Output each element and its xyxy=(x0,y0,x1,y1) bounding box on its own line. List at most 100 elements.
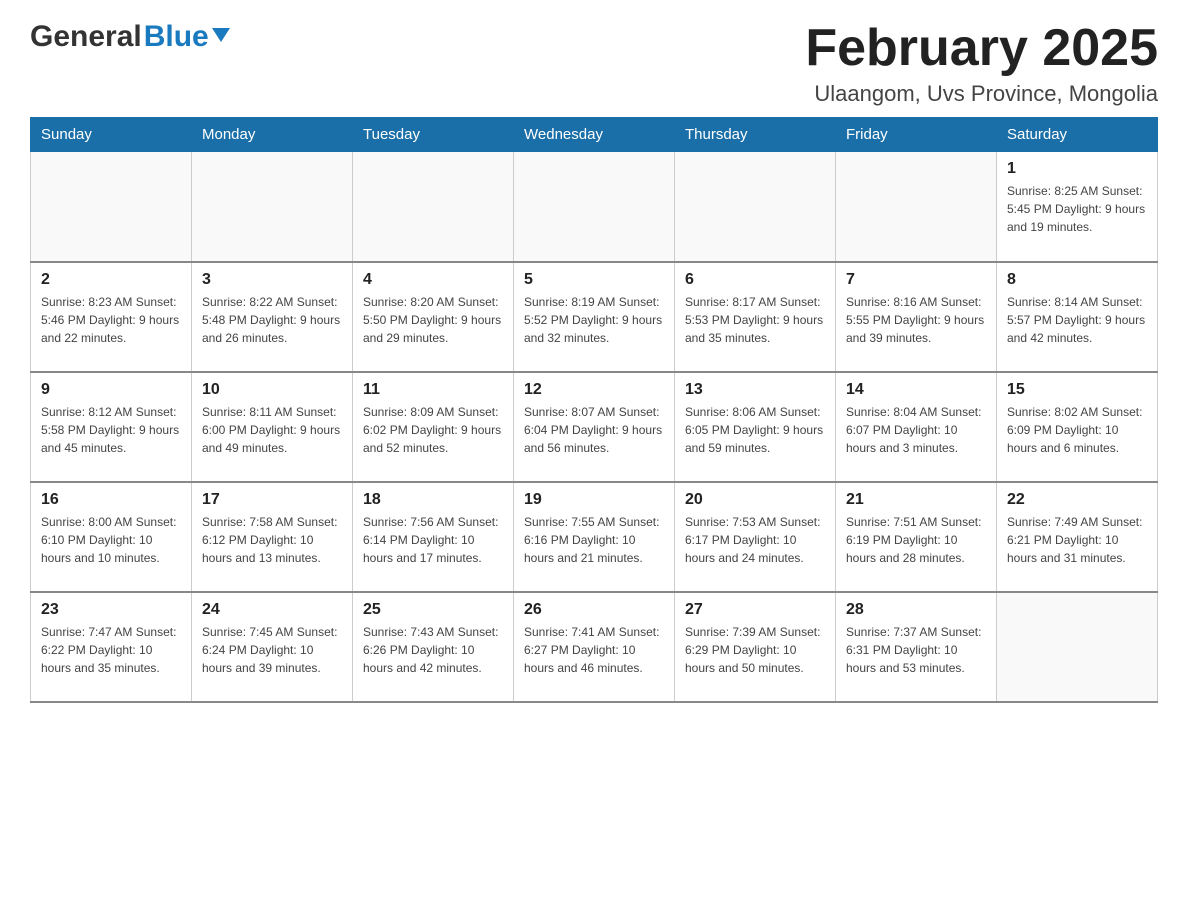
week-row-3: 16 Sunrise: 8:00 AM Sunset: 6:10 PM Dayli… xyxy=(31,482,1158,592)
day-number: 19 xyxy=(524,491,664,509)
calendar-cell xyxy=(31,152,192,262)
calendar-cell xyxy=(675,152,836,262)
day-number: 11 xyxy=(363,381,503,399)
weekday-header-row: SundayMondayTuesdayWednesdayThursdayFrid… xyxy=(31,118,1158,152)
calendar-cell: 12 Sunrise: 8:07 AM Sunset: 6:04 PM Dayli… xyxy=(514,372,675,482)
weekday-header-tuesday: Tuesday xyxy=(353,118,514,152)
calendar-cell: 20 Sunrise: 7:53 AM Sunset: 6:17 PM Dayli… xyxy=(675,482,836,592)
day-info: Sunrise: 7:43 AM Sunset: 6:26 PM Dayligh… xyxy=(363,623,503,677)
day-number: 26 xyxy=(524,601,664,619)
day-number: 28 xyxy=(846,601,986,619)
calendar-cell: 15 Sunrise: 8:02 AM Sunset: 6:09 PM Dayli… xyxy=(997,372,1158,482)
calendar-title: February 2025 xyxy=(805,20,1158,77)
logo-general-text: General xyxy=(30,20,142,54)
calendar-cell: 6 Sunrise: 8:17 AM Sunset: 5:53 PM Daylig… xyxy=(675,262,836,372)
day-info: Sunrise: 8:19 AM Sunset: 5:52 PM Dayligh… xyxy=(524,293,664,347)
weekday-header-thursday: Thursday xyxy=(675,118,836,152)
calendar-cell: 16 Sunrise: 8:00 AM Sunset: 6:10 PM Dayli… xyxy=(31,482,192,592)
calendar-body: 1 Sunrise: 8:25 AM Sunset: 5:45 PM Daylig… xyxy=(31,152,1158,702)
calendar-cell: 17 Sunrise: 7:58 AM Sunset: 6:12 PM Dayli… xyxy=(192,482,353,592)
day-number: 27 xyxy=(685,601,825,619)
week-row-2: 9 Sunrise: 8:12 AM Sunset: 5:58 PM Daylig… xyxy=(31,372,1158,482)
day-number: 9 xyxy=(41,381,181,399)
day-info: Sunrise: 8:00 AM Sunset: 6:10 PM Dayligh… xyxy=(41,513,181,567)
calendar-cell: 22 Sunrise: 7:49 AM Sunset: 6:21 PM Dayli… xyxy=(997,482,1158,592)
week-row-0: 1 Sunrise: 8:25 AM Sunset: 5:45 PM Daylig… xyxy=(31,152,1158,262)
calendar-cell: 18 Sunrise: 7:56 AM Sunset: 6:14 PM Dayli… xyxy=(353,482,514,592)
week-row-4: 23 Sunrise: 7:47 AM Sunset: 6:22 PM Dayli… xyxy=(31,592,1158,702)
day-number: 24 xyxy=(202,601,342,619)
calendar-cell: 27Sunrise: 7:39 AM Sunset: 6:29 PM Dayli… xyxy=(675,592,836,702)
calendar-cell: 28 Sunrise: 7:37 AM Sunset: 6:31 PM Dayli… xyxy=(836,592,997,702)
day-info: Sunrise: 7:58 AM Sunset: 6:12 PM Dayligh… xyxy=(202,513,342,567)
day-number: 1 xyxy=(1007,160,1147,178)
logo: General Blue xyxy=(30,20,230,54)
day-info: Sunrise: 7:47 AM Sunset: 6:22 PM Dayligh… xyxy=(41,623,181,677)
day-info: Sunrise: 8:22 AM Sunset: 5:48 PM Dayligh… xyxy=(202,293,342,347)
calendar-cell: 26 Sunrise: 7:41 AM Sunset: 6:27 PM Dayli… xyxy=(514,592,675,702)
weekday-header-monday: Monday xyxy=(192,118,353,152)
day-info: Sunrise: 8:07 AM Sunset: 6:04 PM Dayligh… xyxy=(524,403,664,457)
logo-blue-text: Blue xyxy=(144,20,209,54)
day-info: Sunrise: 8:23 AM Sunset: 5:46 PM Dayligh… xyxy=(41,293,181,347)
day-number: 7 xyxy=(846,271,986,289)
calendar-cell: 13 Sunrise: 8:06 AM Sunset: 6:05 PM Dayli… xyxy=(675,372,836,482)
weekday-header-wednesday: Wednesday xyxy=(514,118,675,152)
day-number: 22 xyxy=(1007,491,1147,509)
day-info: Sunrise: 8:17 AM Sunset: 5:53 PM Dayligh… xyxy=(685,293,825,347)
day-number: 18 xyxy=(363,491,503,509)
day-info: Sunrise: 8:06 AM Sunset: 6:05 PM Dayligh… xyxy=(685,403,825,457)
calendar-cell: 11 Sunrise: 8:09 AM Sunset: 6:02 PM Dayli… xyxy=(353,372,514,482)
day-number: 21 xyxy=(846,491,986,509)
week-row-1: 2 Sunrise: 8:23 AM Sunset: 5:46 PM Daylig… xyxy=(31,262,1158,372)
day-number: 14 xyxy=(846,381,986,399)
calendar-cell: 24 Sunrise: 7:45 AM Sunset: 6:24 PM Dayli… xyxy=(192,592,353,702)
day-info: Sunrise: 7:51 AM Sunset: 6:19 PM Dayligh… xyxy=(846,513,986,567)
day-number: 20 xyxy=(685,491,825,509)
calendar-cell: 4 Sunrise: 8:20 AM Sunset: 5:50 PM Daylig… xyxy=(353,262,514,372)
calendar-cell xyxy=(997,592,1158,702)
day-number: 6 xyxy=(685,271,825,289)
day-number: 15 xyxy=(1007,381,1147,399)
day-info: Sunrise: 8:25 AM Sunset: 5:45 PM Dayligh… xyxy=(1007,182,1147,236)
day-info: Sunrise: 8:20 AM Sunset: 5:50 PM Dayligh… xyxy=(363,293,503,347)
calendar-cell: 19Sunrise: 7:55 AM Sunset: 6:16 PM Dayli… xyxy=(514,482,675,592)
day-number: 23 xyxy=(41,601,181,619)
day-info: Sunrise: 7:41 AM Sunset: 6:27 PM Dayligh… xyxy=(524,623,664,677)
calendar-cell: 25Sunrise: 7:43 AM Sunset: 6:26 PM Dayli… xyxy=(353,592,514,702)
day-info: Sunrise: 7:49 AM Sunset: 6:21 PM Dayligh… xyxy=(1007,513,1147,567)
day-number: 12 xyxy=(524,381,664,399)
calendar-cell: 10 Sunrise: 8:11 AM Sunset: 6:00 PM Dayli… xyxy=(192,372,353,482)
day-info: Sunrise: 8:04 AM Sunset: 6:07 PM Dayligh… xyxy=(846,403,986,457)
day-info: Sunrise: 8:02 AM Sunset: 6:09 PM Dayligh… xyxy=(1007,403,1147,457)
day-number: 16 xyxy=(41,491,181,509)
day-number: 2 xyxy=(41,271,181,289)
logo-triangle-icon xyxy=(212,28,230,42)
day-number: 13 xyxy=(685,381,825,399)
day-number: 4 xyxy=(363,271,503,289)
weekday-header-sunday: Sunday xyxy=(31,118,192,152)
calendar-cell xyxy=(192,152,353,262)
day-info: Sunrise: 8:11 AM Sunset: 6:00 PM Dayligh… xyxy=(202,403,342,457)
calendar-header: SundayMondayTuesdayWednesdayThursdayFrid… xyxy=(31,118,1158,152)
calendar-subtitle: Ulaangom, Uvs Province, Mongolia xyxy=(805,81,1158,107)
day-info: Sunrise: 8:12 AM Sunset: 5:58 PM Dayligh… xyxy=(41,403,181,457)
day-number: 10 xyxy=(202,381,342,399)
day-info: Sunrise: 8:14 AM Sunset: 5:57 PM Dayligh… xyxy=(1007,293,1147,347)
day-info: Sunrise: 8:09 AM Sunset: 6:02 PM Dayligh… xyxy=(363,403,503,457)
day-number: 3 xyxy=(202,271,342,289)
calendar-cell: 23 Sunrise: 7:47 AM Sunset: 6:22 PM Dayli… xyxy=(31,592,192,702)
day-info: Sunrise: 7:37 AM Sunset: 6:31 PM Dayligh… xyxy=(846,623,986,677)
calendar-cell: 3 Sunrise: 8:22 AM Sunset: 5:48 PM Daylig… xyxy=(192,262,353,372)
calendar-cell: 5Sunrise: 8:19 AM Sunset: 5:52 PM Daylig… xyxy=(514,262,675,372)
calendar-cell: 9 Sunrise: 8:12 AM Sunset: 5:58 PM Daylig… xyxy=(31,372,192,482)
weekday-header-friday: Friday xyxy=(836,118,997,152)
day-number: 17 xyxy=(202,491,342,509)
day-info: Sunrise: 7:53 AM Sunset: 6:17 PM Dayligh… xyxy=(685,513,825,567)
calendar-cell: 1 Sunrise: 8:25 AM Sunset: 5:45 PM Daylig… xyxy=(997,152,1158,262)
calendar-cell xyxy=(836,152,997,262)
day-info: Sunrise: 7:56 AM Sunset: 6:14 PM Dayligh… xyxy=(363,513,503,567)
day-info: Sunrise: 7:45 AM Sunset: 6:24 PM Dayligh… xyxy=(202,623,342,677)
page-header: General Blue February 2025 Ulaangom, Uvs… xyxy=(30,20,1158,107)
title-block: February 2025 Ulaangom, Uvs Province, Mo… xyxy=(805,20,1158,107)
